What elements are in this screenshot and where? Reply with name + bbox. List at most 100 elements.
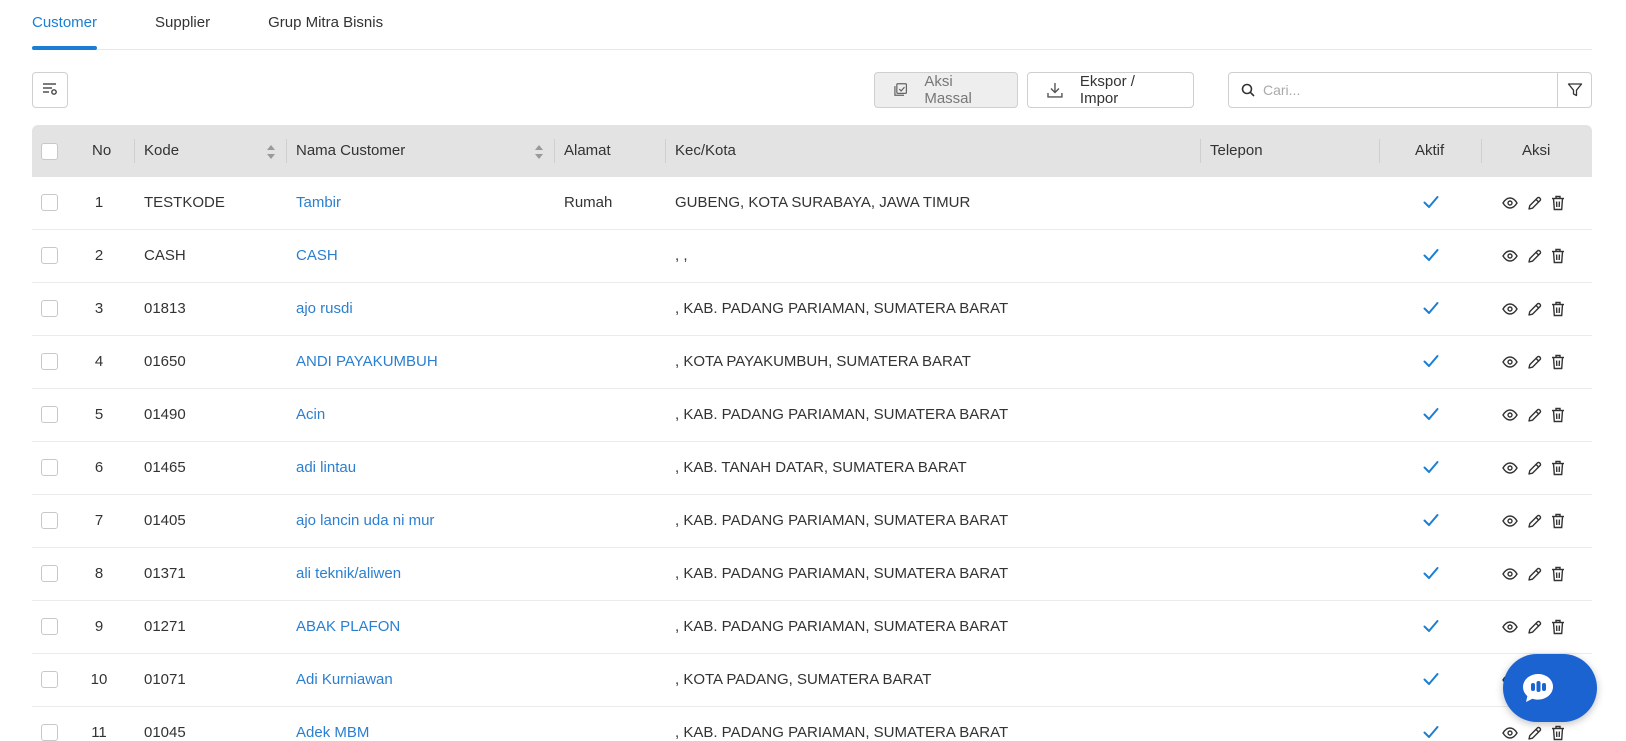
check-icon: [1423, 513, 1439, 530]
pencil-icon[interactable]: [1526, 618, 1542, 636]
row-kode: 01071: [144, 671, 186, 688]
search-icon: [1241, 83, 1255, 97]
column-settings-button[interactable]: [32, 72, 68, 108]
col-kec-kota: Kec/Kota: [675, 142, 736, 159]
eye-icon[interactable]: [1502, 724, 1518, 741]
trash-icon[interactable]: [1550, 194, 1566, 212]
eye-icon[interactable]: [1502, 194, 1518, 212]
check-icon: [1423, 566, 1439, 583]
row-kec-kota: , KOTA PADANG, SUMATERA BARAT: [675, 671, 932, 688]
filter-icon: [1567, 83, 1582, 97]
row-kode: 01490: [144, 406, 186, 423]
pencil-icon[interactable]: [1526, 724, 1542, 741]
check-icon: [1423, 195, 1439, 212]
export-import-label: Ekspor / Impor: [1079, 73, 1135, 107]
row-actions: [1502, 247, 1566, 265]
row-nama-customer[interactable]: ABAK PLAFON: [296, 601, 400, 653]
pencil-icon[interactable]: [1526, 194, 1542, 212]
check-icon: [1423, 619, 1439, 636]
trash-icon[interactable]: [1550, 459, 1566, 477]
row-nama-customer[interactable]: CASH: [296, 230, 338, 282]
table-row: 4 01650 ANDI PAYAKUMBUH, KOTA PAYAKUMBUH, …: [32, 336, 1592, 389]
col-no: No: [92, 142, 112, 159]
row-kode: 01271: [144, 618, 186, 635]
trash-icon[interactable]: [1550, 618, 1566, 636]
row-kec-kota: , KAB. PADANG PARIAMAN, SUMATERA BARAT: [675, 724, 1009, 741]
mass-action-button[interactable]: Aksi Massal: [874, 72, 1018, 108]
table-row: 9 01271 ABAK PLAFON, KAB. PADANG PARIAMAN,…: [32, 601, 1592, 654]
pencil-icon[interactable]: [1526, 247, 1542, 265]
eye-icon[interactable]: [1502, 512, 1518, 530]
row-kec-kota: , ,: [675, 247, 688, 264]
search-input[interactable]: [1263, 82, 1543, 98]
eye-icon[interactable]: [1502, 300, 1518, 318]
filter-button[interactable]: [1557, 72, 1592, 108]
export-import-button[interactable]: Ekspor / Impor: [1027, 72, 1194, 108]
toolbar: Aksi Massal Ekspor / Impor: [32, 72, 1592, 108]
col-nama-customer[interactable]: Nama Customer: [296, 125, 405, 177]
row-nama-customer[interactable]: ANDI PAYAKUMBUH: [296, 336, 438, 388]
pencil-icon[interactable]: [1526, 565, 1542, 583]
check-icon: [1423, 248, 1439, 265]
row-nama-customer[interactable]: ajo lancin uda ni mur: [296, 495, 434, 547]
trash-icon[interactable]: [1550, 247, 1566, 265]
pencil-icon[interactable]: [1526, 512, 1542, 530]
tab-customer[interactable]: Customer: [32, 0, 98, 50]
row-nama-customer[interactable]: ali teknik/aliwen: [296, 548, 401, 600]
row-actions: [1502, 565, 1566, 583]
trash-icon[interactable]: [1550, 565, 1566, 583]
row-nama-customer[interactable]: ajo rusdi: [296, 283, 353, 335]
trash-icon[interactable]: [1550, 724, 1566, 741]
trash-icon[interactable]: [1550, 406, 1566, 424]
table-row: 5 01490 Acin, KAB. PADANG PARIAMAN, SUMATE…: [32, 389, 1592, 442]
row-nama-customer[interactable]: adi lintau: [296, 442, 356, 494]
row-actions: [1502, 194, 1566, 212]
eye-icon[interactable]: [1502, 459, 1518, 477]
col-aksi: Aksi: [1522, 142, 1551, 159]
select-all-checkbox[interactable]: [41, 143, 58, 160]
row-kode: 01405: [144, 512, 186, 529]
pencil-icon[interactable]: [1526, 459, 1542, 477]
row-nama-customer[interactable]: Acin: [296, 389, 325, 441]
pencil-icon[interactable]: [1526, 353, 1542, 371]
row-kode: 01465: [144, 459, 186, 476]
col-telepon: Telepon: [1210, 142, 1263, 159]
mass-action-label: Aksi Massal: [924, 73, 972, 107]
check-icon: [1423, 354, 1439, 371]
tab-bar: Customer Supplier Grup Mitra Bisnis: [32, 0, 1592, 50]
trash-icon[interactable]: [1550, 353, 1566, 371]
tab-grup-mitra-bisnis[interactable]: Grup Mitra Bisnis: [268, 0, 383, 50]
sort-icon[interactable]: [266, 144, 276, 160]
row-kode: 01650: [144, 353, 186, 370]
trash-icon[interactable]: [1550, 300, 1566, 318]
table-body: 1 TESTKODE Tambir Rumah GUBENG, KOTA SURABAY…: [32, 177, 1592, 741]
row-actions: [1502, 459, 1566, 477]
sort-icon[interactable]: [534, 144, 544, 160]
row-nama-customer[interactable]: Adek MBM: [296, 707, 369, 741]
table-row: 3 01813 ajo rusdi, KAB. PADANG PARIAMAN, S…: [32, 283, 1592, 336]
trash-icon[interactable]: [1550, 512, 1566, 530]
row-kode: 01371: [144, 565, 186, 582]
eye-icon[interactable]: [1502, 353, 1518, 371]
pencil-icon[interactable]: [1526, 300, 1542, 318]
check-icon: [1423, 460, 1439, 477]
check-icon: [1423, 407, 1439, 424]
col-kode[interactable]: Kode: [144, 125, 179, 177]
table-row: 6 01465 adi lintau, KAB. TANAH DATAR, SUMA…: [32, 442, 1592, 495]
row-kec-kota: , KOTA PAYAKUMBUH, SUMATERA BARAT: [675, 353, 971, 370]
eye-icon[interactable]: [1502, 618, 1518, 636]
column-settings-icon: [42, 82, 58, 99]
tab-supplier[interactable]: Supplier: [155, 0, 210, 50]
table-header: No Kode Nama Customer Alamat Kec/Kota Te…: [32, 125, 1592, 177]
row-actions: [1502, 618, 1566, 636]
row-nama-customer[interactable]: Adi Kurniawan: [296, 654, 393, 706]
row-nama-customer[interactable]: Tambir: [296, 177, 341, 229]
eye-icon[interactable]: [1502, 565, 1518, 583]
row-actions: [1502, 724, 1566, 741]
eye-icon[interactable]: [1502, 406, 1518, 424]
chat-button[interactable]: [1503, 654, 1597, 722]
row-kode: TESTKODE: [144, 194, 225, 211]
eye-icon[interactable]: [1502, 247, 1518, 265]
row-kec-kota: , KAB. PADANG PARIAMAN, SUMATERA BARAT: [675, 565, 1009, 582]
pencil-icon[interactable]: [1526, 406, 1542, 424]
